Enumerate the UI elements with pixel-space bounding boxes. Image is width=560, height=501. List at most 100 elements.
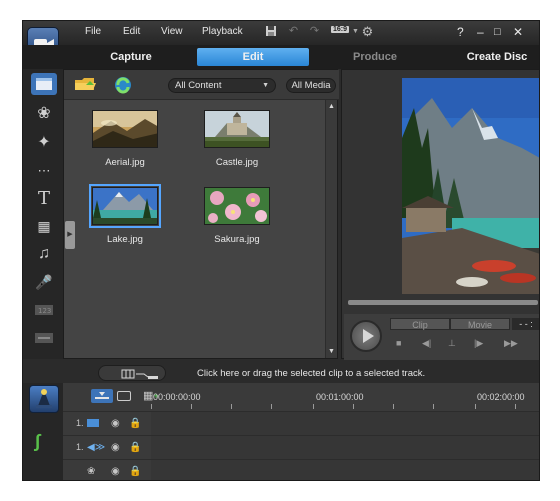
media-library: All Content ▼ All Media Aerial.jpg Castl…	[63, 69, 339, 359]
aspect-ratio-badge[interactable]: 16:9	[331, 26, 350, 33]
effect-track: ❀ ◉ 🔒	[63, 459, 539, 480]
track-lane[interactable]	[151, 412, 539, 436]
mode-bar: Capture Edit Produce Create Disc	[23, 45, 539, 69]
menu-edit[interactable]: Edit	[123, 26, 140, 37]
audio-mixing-icon[interactable]: ♫	[31, 243, 57, 265]
clip-name: Lake.jpg	[107, 234, 143, 245]
magic-wizard-icon[interactable]	[29, 385, 59, 413]
gear-icon[interactable]: ⚙	[361, 25, 374, 38]
minimize-icon[interactable]: –	[477, 25, 484, 39]
ruler-tick	[433, 404, 434, 409]
stop-icon[interactable]: ■	[396, 338, 401, 348]
library-scrollbar[interactable]: ▲ ▼	[325, 100, 337, 358]
tab-capture[interactable]: Capture	[93, 48, 169, 66]
room-toolbar: ❀ ✦ ⋯ T ▦ ♫ 🎤 123	[23, 69, 63, 359]
menu-playback[interactable]: Playback	[202, 26, 243, 37]
timeline-ruler[interactable]: 00:00:00:00 00:01:00:00 00:02:00:00	[151, 389, 539, 409]
content-filter-select[interactable]: All Content ▼	[168, 78, 276, 93]
clip-thumbnail	[204, 110, 270, 148]
snapshot-icon[interactable]: ⊥	[448, 338, 456, 349]
preview-image	[402, 78, 539, 294]
movie-mode-toggle[interactable]: Movie	[450, 318, 510, 330]
scroll-up-icon[interactable]: ▲	[328, 103, 335, 110]
media-filter-select[interactable]: All Media	[286, 78, 336, 93]
track-lane[interactable]	[151, 460, 539, 480]
timeline-view-icon[interactable]	[91, 389, 113, 403]
video-track: 1. ◉ 🔒	[63, 411, 539, 436]
collapse-panel-handle[interactable]: ▶	[65, 221, 75, 249]
pip-room-icon[interactable]: ✦	[31, 131, 57, 153]
chevron-down-icon: ▼	[262, 82, 269, 89]
library-toolbar: All Content ▼ All Media	[64, 70, 339, 100]
menu-bar: File Edit View Playback ↶ ↷ 16:9 ▼ ⚙ ? –…	[23, 21, 539, 45]
video-track-icon	[87, 419, 99, 427]
storyboard-toggle-button[interactable]	[98, 365, 166, 381]
refresh-icon[interactable]	[112, 75, 138, 95]
media-room-icon[interactable]	[31, 73, 57, 95]
audio-track-icon: ◀≫	[87, 442, 106, 453]
clip-sakura[interactable]: Sakura.jpg	[197, 187, 277, 245]
app-window: File Edit View Playback ↶ ↷ 16:9 ▼ ⚙ ? –…	[22, 20, 540, 481]
help-button[interactable]: ?	[457, 25, 464, 39]
lock-icon[interactable]: 🔒	[129, 466, 141, 477]
eye-icon[interactable]: ◉	[111, 466, 120, 477]
track-header: ❀ ◉ 🔒	[73, 460, 149, 480]
message-bar: Click here or drag the selected clip to …	[63, 361, 539, 381]
storyboard-view-icon[interactable]	[117, 391, 131, 401]
timeline: ▦+ 00:00:00:00 00:01:00:00 00:02:00:00 1…	[63, 383, 539, 480]
audio-wave-icon[interactable]: ∫	[35, 431, 40, 452]
close-icon[interactable]: ✕	[513, 25, 523, 39]
maximize-icon[interactable]: □	[494, 25, 501, 39]
ruler-tick	[231, 404, 232, 409]
ruler-tick	[475, 404, 476, 409]
track-header: 1. ◀≫ ◉ 🔒	[73, 436, 149, 460]
next-frame-icon[interactable]: |▶	[474, 338, 483, 349]
chapter-room-icon[interactable]: 123	[31, 299, 57, 321]
ruler-tick	[353, 404, 354, 409]
transition-room-icon[interactable]: ▦	[31, 215, 57, 237]
save-icon[interactable]	[264, 25, 277, 38]
effect-track-icon: ❀	[87, 466, 96, 477]
play-button[interactable]	[350, 320, 382, 352]
ruler-tick	[151, 404, 152, 409]
audio-track: 1. ◀≫ ◉ 🔒	[63, 435, 539, 460]
scroll-down-icon[interactable]: ▼	[328, 348, 335, 355]
timeline-side-tools: ∫	[23, 383, 63, 480]
content-filter-value: All Content	[175, 80, 222, 91]
ruler-tick	[313, 404, 314, 409]
clip-aerial[interactable]: Aerial.jpg	[85, 110, 165, 168]
clip-castle[interactable]: Castle.jpg	[197, 110, 277, 168]
title-room-icon[interactable]: T	[31, 187, 57, 209]
track-header: 1. ◉ 🔒	[73, 412, 149, 436]
preview-panel: Clip Movie - - : ■ ◀| ⊥ |▶ ▶▶	[341, 69, 539, 360]
clip-thumbnail	[204, 187, 270, 225]
drag-hint-message: Click here or drag the selected clip to …	[197, 368, 426, 379]
ruler-tick	[515, 404, 516, 409]
clip-mode-toggle[interactable]: Clip	[390, 318, 450, 330]
tab-edit[interactable]: Edit	[197, 48, 309, 66]
ruler-tick	[393, 404, 394, 409]
track-lane[interactable]	[151, 436, 539, 460]
eye-icon[interactable]: ◉	[111, 418, 120, 429]
previous-frame-icon[interactable]: ◀|	[422, 338, 431, 349]
import-folder-icon[interactable]	[74, 75, 100, 95]
subtitle-room-icon[interactable]	[31, 327, 57, 349]
particle-room-icon[interactable]: ⋯	[31, 160, 57, 182]
clip-name: Aerial.jpg	[105, 157, 145, 168]
voice-over-icon[interactable]: 🎤	[31, 271, 57, 293]
fast-forward-icon[interactable]: ▶▶	[504, 338, 518, 349]
menu-file[interactable]: File	[85, 26, 101, 37]
redo-icon[interactable]: ↷	[308, 25, 321, 38]
clip-name: Sakura.jpg	[214, 234, 260, 245]
clip-name: Castle.jpg	[215, 157, 259, 168]
fx-room-icon[interactable]: ❀	[31, 102, 57, 124]
tab-produce[interactable]: Produce	[333, 48, 417, 66]
menu-view[interactable]: View	[161, 26, 183, 37]
tab-create-disc[interactable]: Create Disc	[455, 48, 539, 66]
lock-icon[interactable]: 🔒	[129, 418, 141, 429]
seek-bar[interactable]	[348, 300, 538, 305]
undo-icon[interactable]: ↶	[287, 25, 300, 38]
eye-icon[interactable]: ◉	[111, 442, 120, 453]
clip-lake[interactable]: Lake.jpg	[85, 184, 165, 245]
lock-icon[interactable]: 🔒	[129, 442, 141, 453]
